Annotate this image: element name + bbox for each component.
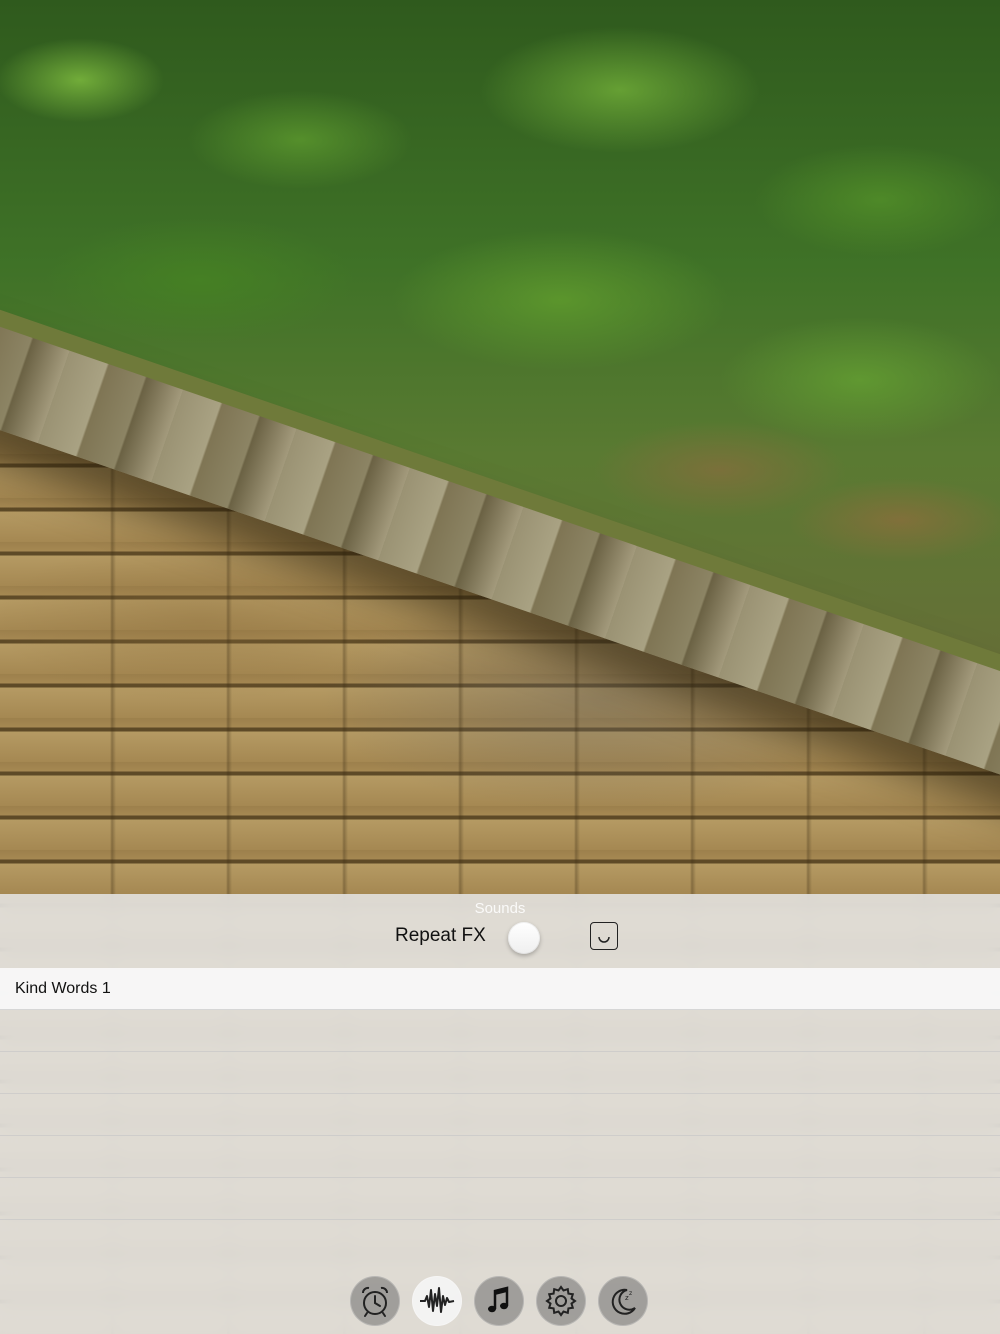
repeat-mode-button[interactable] [590, 922, 618, 950]
sound-list-item[interactable] [0, 1136, 1000, 1178]
sound-list: Kind Words 1 [0, 968, 1000, 1220]
tab-sleep[interactable]: z z [598, 1276, 648, 1326]
sound-list-item-label: Kind Words 1 [15, 980, 111, 997]
tab-alarm[interactable] [350, 1276, 400, 1326]
alarm-clock-icon [362, 1286, 388, 1317]
repeat-fx-toggle[interactable] [508, 922, 540, 954]
waveform-icon [420, 1287, 455, 1313]
sound-list-item[interactable] [0, 1052, 1000, 1094]
repeat-icon [598, 936, 610, 943]
tab-music[interactable] [474, 1276, 524, 1326]
music-note-icon [488, 1286, 509, 1313]
tab-sounds[interactable] [412, 1276, 462, 1326]
gear-icon [545, 1285, 577, 1317]
app-screen: Sounds Repeat FX Kind Words 1 z z [0, 0, 1000, 1334]
svg-text:z: z [629, 1290, 632, 1297]
panel-title: Sounds [474, 900, 526, 917]
bottom-tab-bar: z z [0, 1276, 1000, 1326]
sound-list-item-kind-words-1[interactable]: Kind Words 1 [0, 968, 1000, 1010]
sound-list-item[interactable] [0, 1094, 1000, 1136]
moon-sleep-icon: z z [611, 1288, 636, 1315]
repeat-fx-row: Repeat FX [0, 918, 1000, 958]
repeat-fx-label: Repeat FX [395, 925, 486, 946]
sound-list-item[interactable] [0, 1010, 1000, 1052]
tab-settings[interactable] [536, 1276, 586, 1326]
sound-list-item[interactable] [0, 1178, 1000, 1220]
